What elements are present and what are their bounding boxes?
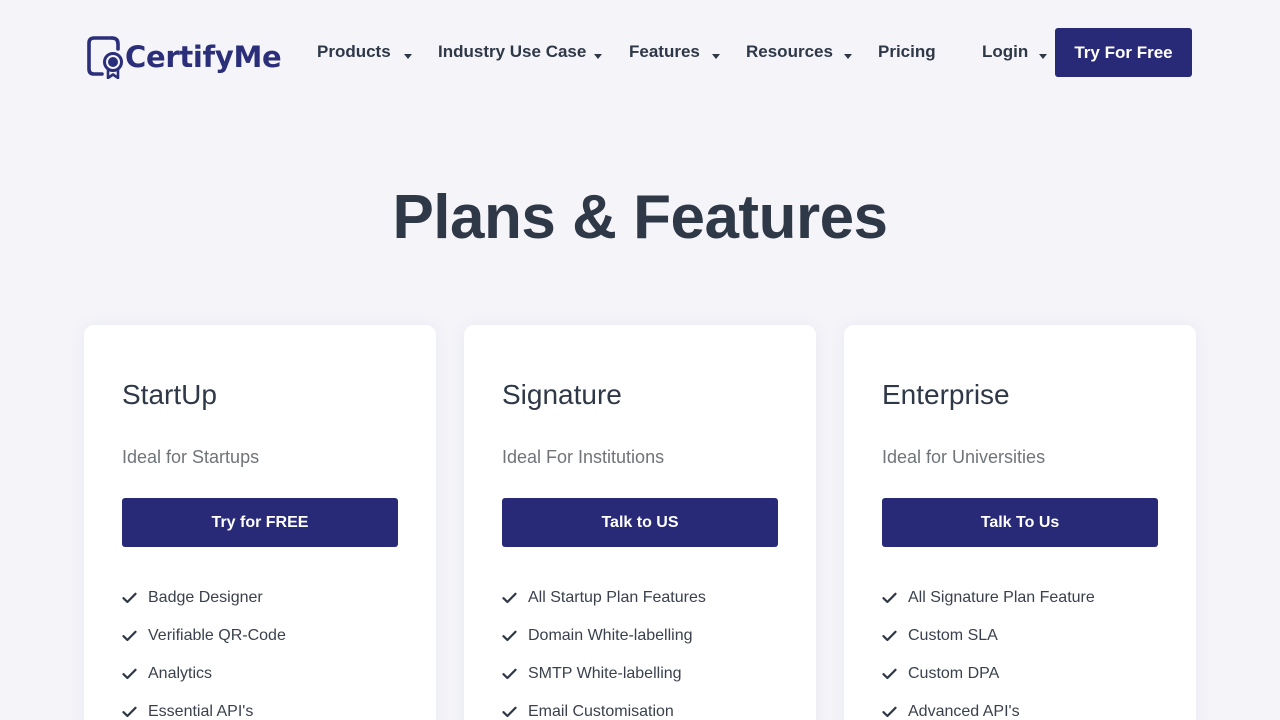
check-icon bbox=[882, 630, 908, 642]
list-item: Custom DPA bbox=[882, 655, 1095, 693]
plan-name: Signature bbox=[502, 379, 622, 410]
logo[interactable]: CertifyMe bbox=[86, 33, 282, 79]
feature-label: Verifiable QR-Code bbox=[148, 627, 286, 644]
check-icon bbox=[502, 592, 528, 604]
plan-subtitle: Ideal For Institutions bbox=[502, 447, 665, 467]
nav-features[interactable]: Features bbox=[629, 40, 700, 64]
plan-card-signature: Signature Ideal For Institutions Talk to… bbox=[464, 325, 816, 720]
check-icon bbox=[122, 592, 148, 604]
list-item: Analytics bbox=[122, 655, 286, 693]
check-icon bbox=[502, 668, 528, 680]
list-item: All Signature Plan Feature bbox=[882, 579, 1095, 617]
plan-card-startup: StartUp Ideal for Startups Try for FREE … bbox=[84, 325, 436, 720]
site-header: CertifyMe Products Industry Use Case Fea… bbox=[0, 0, 1280, 105]
list-item: Badge Designer bbox=[122, 579, 286, 617]
plan-name: StartUp bbox=[122, 379, 217, 410]
plan-subtitle: Ideal for Universities bbox=[882, 447, 1046, 467]
feature-label: Custom SLA bbox=[908, 627, 998, 644]
caret-down-icon[interactable] bbox=[1039, 54, 1047, 59]
page-title: Plans & Features bbox=[392, 183, 888, 252]
logo-text: CertifyMe bbox=[125, 40, 282, 74]
feature-label: Analytics bbox=[148, 665, 213, 682]
feature-label: Essential API's bbox=[148, 703, 254, 720]
feature-label: Domain White-labelling bbox=[528, 627, 693, 644]
check-icon bbox=[882, 668, 908, 680]
feature-label: SMTP White-labelling bbox=[528, 665, 682, 682]
try-for-free-button[interactable]: Try For Free bbox=[1055, 28, 1192, 77]
list-item: Advanced API's bbox=[882, 693, 1095, 720]
feature-label: Advanced API's bbox=[908, 703, 1020, 720]
plan-subtitle: Ideal for Startups bbox=[122, 447, 260, 467]
caret-down-icon[interactable] bbox=[712, 54, 720, 59]
feature-list: All Signature Plan Feature Custom SLA Cu… bbox=[882, 579, 1095, 720]
talk-to-us-button[interactable]: Talk to US bbox=[502, 498, 778, 547]
list-item: Domain White-labelling bbox=[502, 617, 706, 655]
nav-resources[interactable]: Resources bbox=[746, 40, 833, 64]
check-icon bbox=[502, 706, 528, 718]
check-icon bbox=[502, 630, 528, 642]
feature-label: Badge Designer bbox=[148, 589, 263, 606]
list-item: Email Customisation bbox=[502, 693, 706, 720]
list-item: SMTP White-labelling bbox=[502, 655, 706, 693]
nav-pricing[interactable]: Pricing bbox=[878, 40, 936, 64]
feature-label: All Signature Plan Feature bbox=[908, 589, 1095, 606]
plan-name: Enterprise bbox=[882, 379, 1010, 410]
feature-label: Custom DPA bbox=[908, 665, 1000, 682]
feature-label: Email Customisation bbox=[528, 703, 674, 720]
check-icon bbox=[122, 706, 148, 718]
check-icon bbox=[882, 592, 908, 604]
nav-products[interactable]: Products bbox=[317, 40, 391, 64]
list-item: Custom SLA bbox=[882, 617, 1095, 655]
plan-card-enterprise: Enterprise Ideal for Universities Talk T… bbox=[844, 325, 1196, 720]
nav-industry-use-case[interactable]: Industry Use Case bbox=[438, 40, 586, 64]
feature-label: All Startup Plan Features bbox=[528, 589, 706, 606]
list-item: Verifiable QR-Code bbox=[122, 617, 286, 655]
caret-down-icon[interactable] bbox=[594, 54, 602, 59]
certificate-badge-icon bbox=[86, 33, 124, 79]
check-icon bbox=[122, 630, 148, 642]
list-item: All Startup Plan Features bbox=[502, 579, 706, 617]
nav-login[interactable]: Login bbox=[982, 40, 1028, 64]
caret-down-icon[interactable] bbox=[404, 54, 412, 59]
feature-list: All Startup Plan Features Domain White-l… bbox=[502, 579, 706, 720]
check-icon bbox=[882, 706, 908, 718]
check-icon bbox=[122, 668, 148, 680]
feature-list: Badge Designer Verifiable QR-Code Analyt… bbox=[122, 579, 286, 720]
list-item: Essential API's bbox=[122, 693, 286, 720]
talk-to-us-button[interactable]: Talk To Us bbox=[882, 498, 1158, 547]
caret-down-icon[interactable] bbox=[844, 54, 852, 59]
try-for-free-plan-button[interactable]: Try for FREE bbox=[122, 498, 398, 547]
